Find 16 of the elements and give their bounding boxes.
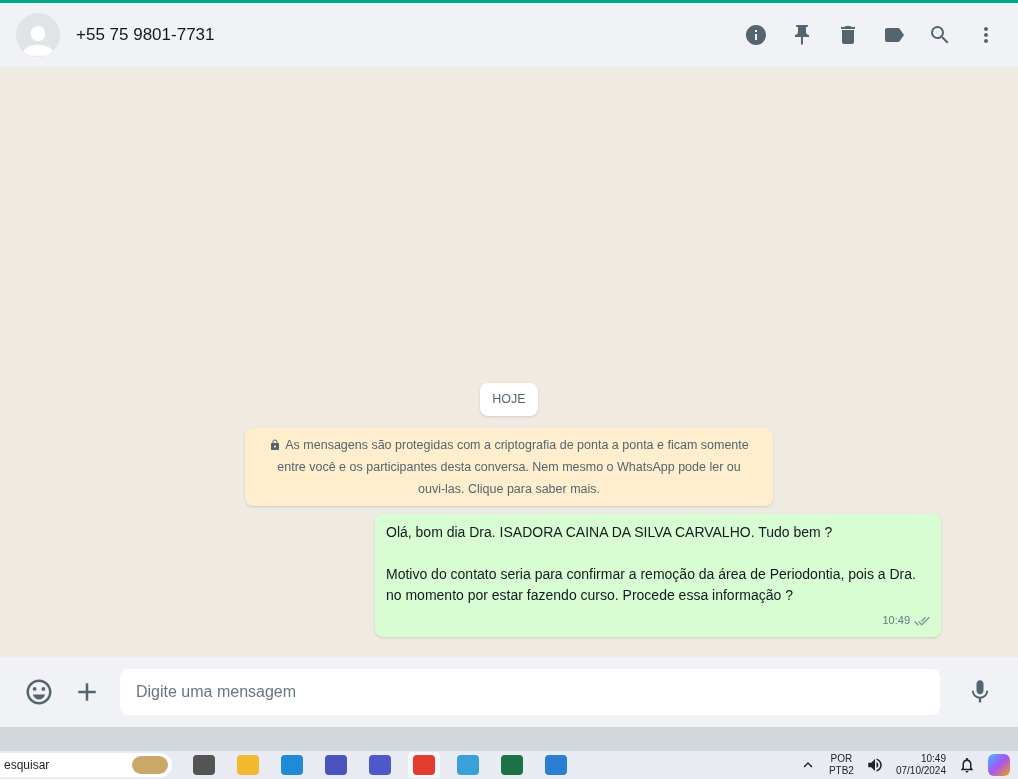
info-icon[interactable] bbox=[744, 23, 768, 47]
message-input[interactable]: Digite uma mensagem bbox=[120, 669, 940, 715]
emoji-icon[interactable] bbox=[24, 677, 54, 707]
message-time: 10:49 bbox=[882, 613, 910, 628]
message-text: Olá, bom dia Dra. ISADORA CAINA DA SILVA CARVALHO. Tudo bem ? bbox=[386, 523, 834, 542]
clock[interactable]: 10:49 07/10/2024 bbox=[895, 753, 946, 777]
bell-icon[interactable] bbox=[958, 756, 976, 774]
notice-text: As mensagens são protegidas com a criptografia de ponta a ponta e ficam somente entre você e os participantes desta conversa. Nem mesmo o WhatsApp pode ler ou ouvi-las. Clique para saber mais. bbox=[263, 434, 755, 500]
lock-icon bbox=[269, 438, 282, 451]
language-indicator[interactable]: POR PTB2 bbox=[828, 753, 854, 777]
contact-name[interactable]: +55 75 9801-7731 bbox=[76, 22, 215, 48]
encryption-notice[interactable]: As mensagens são protegidas com a criptografia de ponta a ponta e ficam somente entre você e os participantes desta conversa. Nem mesmo o WhatsApp pode ler ou ouvi-las. Clique para saber mais. bbox=[245, 428, 773, 506]
date-chip: HOJE bbox=[480, 383, 538, 416]
message-text: Motivo do contato seria para confirmar a remoção da área de Periodontia, pois a Dra. no momento por estar fazendo curso. Procede essa informação ? bbox=[386, 565, 917, 605]
taskbar-search[interactable]: esquisar bbox=[0, 753, 172, 777]
speaker-icon[interactable] bbox=[865, 756, 884, 774]
